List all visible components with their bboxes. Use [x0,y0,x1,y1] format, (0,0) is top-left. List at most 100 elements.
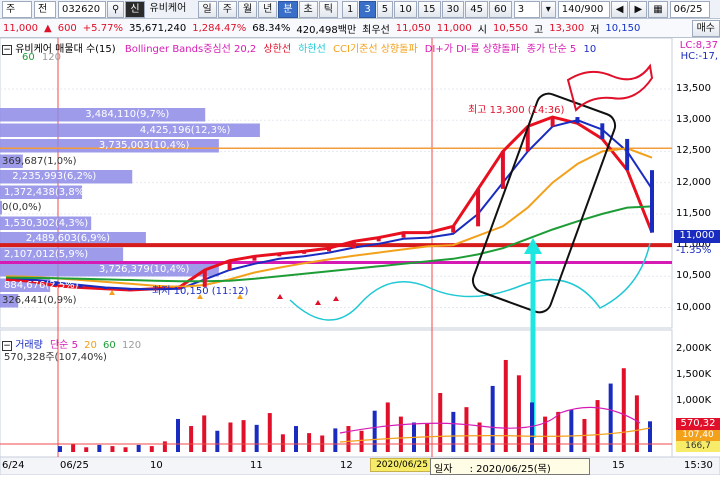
candle-20 [500,151,505,189]
volume-bar-11 [202,415,207,452]
volume-bar-9 [176,418,180,452]
volume-bar-12 [215,430,220,452]
period-button-5[interactable]: 초 [298,0,318,18]
volume-bar-16 [267,413,272,452]
search-icon[interactable]: ⚲ [107,0,125,18]
volume-bar-22 [346,426,351,452]
interval-button-4[interactable]: 15 [417,0,441,18]
volume-bar-18 [294,426,298,452]
volume-bar-0 [58,446,62,452]
toolbar-row-1: 주 전 032620 ⚲ 신 유비케어 일주월년분초틱 1 3 5 10 15 30 45 6… [0,0,720,19]
volume-tick-0: 2,000K [676,343,712,355]
interval-group: 1 3 5 10 15 30 45 60 [341,0,512,18]
date-field[interactable]: 06/25 [669,0,710,18]
volume-bar-39 [569,409,574,452]
volume-bar-10 [189,426,194,452]
volume-profile-label-9: 2,107,012(5,9%) [4,248,89,260]
interval-button-2[interactable]: 5 [376,0,394,18]
volume-profile-label-0: 3,484,110(9,7%) [85,109,170,120]
price-tick-6: 10,500 [676,270,711,282]
volume-profile-label-12: 326,441(0,9%) [2,295,77,306]
price-tick-3: 12,000 [676,176,711,188]
volume-bar-30 [451,411,456,452]
collapse-icon[interactable]: − [2,45,12,55]
candle-5 [128,288,133,291]
price-tick-7: 10,000 [676,301,711,313]
volume-profile-label-7: 1,530,302(4,3%) [4,217,89,229]
candle-9 [227,260,232,271]
candle-4 [103,287,108,290]
dropdown-chevron-icon[interactable]: ▾ [540,0,556,18]
candle-11 [277,253,282,257]
market-mode-select[interactable]: 주 [2,0,32,18]
prev-arrow-icon[interactable]: ◀ [610,0,629,18]
grid-icon[interactable]: ▦ [648,0,668,18]
toolbar-row-2: 11,000 ▲ 600 +5.77% 35,671,240 1,284.47%… [0,19,720,38]
badge-new[interactable]: 신 [125,0,145,18]
interval-button-1[interactable]: 3 [359,0,376,18]
period-button-6[interactable]: 틱 [318,0,338,18]
legend-row-2: 60 120 [22,52,61,63]
tooltip-value: : 2020/06/25(목) [469,464,551,475]
up-arrow-icon: ▲ [44,22,52,34]
type-select[interactable]: 전 [34,0,56,18]
low-label: 저 [590,24,600,36]
low-price: 10,150 [605,22,641,34]
legend-ma-60: 60 [22,52,35,63]
interval-button-0[interactable]: 1 [341,0,359,18]
volume-profile-label-5: 1,372,438(3,8%) [4,186,89,198]
volume-bar-21 [333,428,338,452]
chart-legend: − 유비케어 매물대 수(15) Bollinger Bands중심선 20,2… [2,40,596,55]
candle-13 [327,248,331,252]
legend-lower: 하한선 [298,44,326,55]
volume-tag-min: 166,7 [676,441,720,452]
period-button-0[interactable]: 일 [197,0,217,18]
stock-name: 유비케어 [149,2,187,14]
legend-upper: 상한선 [263,44,292,55]
legend-hc: HC:-17, [680,51,718,62]
interval-button-5[interactable]: 30 [441,0,465,18]
trade-volume: 35,671,240 [128,22,187,34]
volume-profile-label-2: 3,735,003(10,4%) [98,140,190,151]
period-button-1[interactable]: 주 [217,0,237,18]
legend-cci: CCI기준선 상향돌파 [333,44,418,55]
legend-ma-10: 10 [583,44,597,55]
price-tick-2: 12,500 [676,145,711,157]
legend-lc: LC:8,37 [679,40,718,51]
volume-bar-7 [149,446,154,452]
price-change-pct: +5.77% [82,22,123,34]
volume-bar-13 [228,422,233,452]
next-arrow-icon[interactable]: ▶ [629,0,648,18]
volume-bar-38 [556,411,561,452]
volume-tick-2: 1,000K [676,394,712,406]
period-button-2[interactable]: 월 [237,0,258,18]
time-tick-0: 6/24 [2,460,25,471]
volume-profile-label-11: 884,676(2,5%) [4,279,79,291]
interval-input[interactable]: 3 [513,0,540,18]
candle-22 [550,117,555,127]
chart-area[interactable]: − 유비케어 매물대 수(15) Bollinger Bands중심선 20,2… [0,37,720,476]
volume-bar-45 [648,421,652,452]
legend-bollinger: Bollinger Bands중심선 20,2 [124,44,257,55]
period-button-3[interactable]: 년 [258,0,278,18]
volume-bar-4 [110,446,115,452]
volume-bar-5 [123,447,128,452]
interval-button-7[interactable]: 60 [489,0,512,18]
volume-bar-25 [385,402,390,452]
volume-bar-32 [477,422,482,452]
high-label: 고 [533,24,544,36]
volume-bar-1 [71,443,76,452]
volume-bar-43 [621,368,626,452]
interval-button-6[interactable]: 45 [465,0,489,18]
buy-button[interactable]: 매수 [691,19,720,37]
volume-bar-29 [438,393,443,452]
stock-code-input[interactable]: 032620 [58,0,106,18]
volume-bar-14 [241,420,246,452]
volume-bar-23 [359,430,364,452]
interval-button-3[interactable]: 10 [394,0,417,18]
period-button-4[interactable]: 분 [278,0,298,18]
candle-3 [78,285,83,288]
volume-profile-label-10: 3,726,379(10,4%) [98,264,190,275]
candle-16 [401,232,406,238]
candle-25 [625,138,630,171]
